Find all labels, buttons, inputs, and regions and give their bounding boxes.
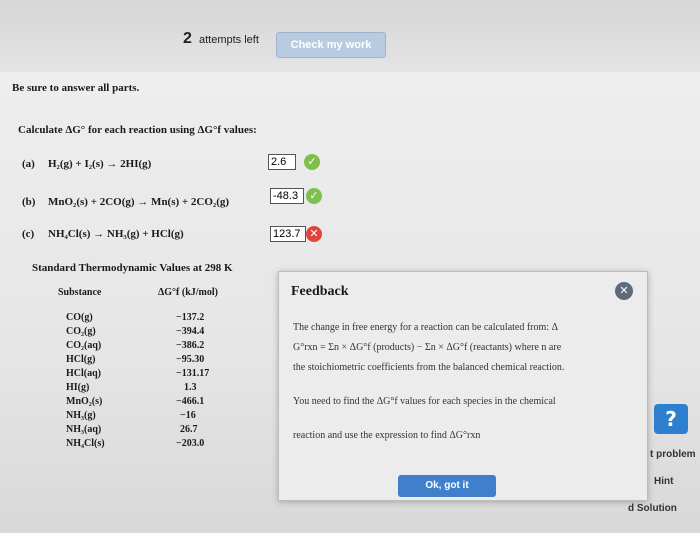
table-row-value: −394.4: [176, 326, 205, 337]
table-row-substance: HCl(aq): [66, 368, 101, 379]
print-problem-link[interactable]: t problem: [650, 449, 696, 460]
table-row-value: 1.3: [184, 382, 197, 393]
table-header-substance: Substance: [58, 287, 102, 298]
instructions: Be sure to answer all parts.: [12, 82, 140, 94]
feedback-dialog: Feedback The change in free energy for a…: [278, 271, 648, 501]
attempts-label: attempts left: [198, 34, 259, 46]
table-row-substance: NH₄Cl(s): [66, 438, 105, 449]
feedback-text-line: The change in free energy for a reaction…: [293, 322, 558, 333]
check-my-work-button[interactable]: Check my work: [276, 32, 386, 58]
table-row-substance: HCl(g): [66, 354, 96, 365]
feedback-text-line: You need to find the ΔG°f values for eac…: [293, 396, 556, 407]
table-header-value: ΔG°f (kJ/mol): [158, 287, 218, 298]
solution-link[interactable]: d Solution: [628, 503, 677, 514]
help-icon[interactable]: ?: [654, 404, 688, 434]
hint-link[interactable]: Hint: [654, 476, 673, 487]
ok-got-it-button[interactable]: Ok, got it: [398, 475, 496, 497]
feedback-title: Feedback: [291, 284, 349, 299]
part-a-label: (a): [22, 158, 35, 170]
close-icon[interactable]: ✕: [615, 282, 633, 300]
part-b-answer-input[interactable]: [270, 188, 304, 204]
table-row-value: −137.2: [176, 312, 205, 323]
part-a-reaction: H₂(g) + I₂(s) → 2HI(g): [48, 158, 152, 170]
top-bar: 2 attempts left Check my work: [0, 0, 700, 73]
table-row-value: −466.1: [176, 396, 205, 407]
feedback-text-line: G°rxn = Σn × ΔG°f (products) − Σn × ΔG°f…: [293, 342, 562, 353]
part-c-answer-input[interactable]: [270, 226, 306, 242]
table-row-substance: MnO₂(s): [66, 396, 103, 407]
table-row-value: 26.7: [180, 424, 198, 435]
table-row-substance: CO₂(aq): [66, 340, 102, 351]
table-row-value: −203.0: [176, 438, 205, 449]
part-c-reaction: NH₄Cl(s) → NH₃(g) + HCl(g): [48, 228, 184, 240]
attempts-number: 2: [183, 30, 192, 47]
part-b-reaction: MnO₂(s) + 2CO(g) → Mn(s) + 2CO₂(g): [48, 196, 230, 208]
table-title: Standard Thermodynamic Values at 298 K: [32, 262, 233, 274]
table-row-substance: NH₃(aq): [66, 424, 102, 435]
feedback-text-line: the stoichiometric coefficients from the…: [293, 362, 565, 373]
part-c-label: (c): [22, 228, 35, 240]
table-row-value: −95.30: [176, 354, 205, 365]
table-row-substance: CO(g): [66, 312, 93, 323]
cross-icon: ✕: [306, 226, 322, 242]
check-icon: ✓: [304, 154, 320, 170]
attempts-counter: 2 attempts left: [183, 30, 259, 48]
table-row-value: −131.17: [176, 368, 210, 379]
part-b-label: (b): [22, 196, 36, 208]
part-a-answer-input[interactable]: [268, 154, 296, 170]
check-icon: ✓: [306, 188, 322, 204]
table-row-substance: NH₃(g): [66, 410, 96, 421]
table-row-value: −386.2: [176, 340, 205, 351]
feedback-text-line: reaction and use the expression to find …: [293, 430, 481, 441]
question-text: Calculate ΔG° for each reaction using ΔG…: [18, 124, 257, 136]
table-row-substance: HI(g): [66, 382, 90, 393]
table-row-value: −16: [180, 410, 196, 421]
table-row-substance: CO₂(g): [66, 326, 96, 337]
